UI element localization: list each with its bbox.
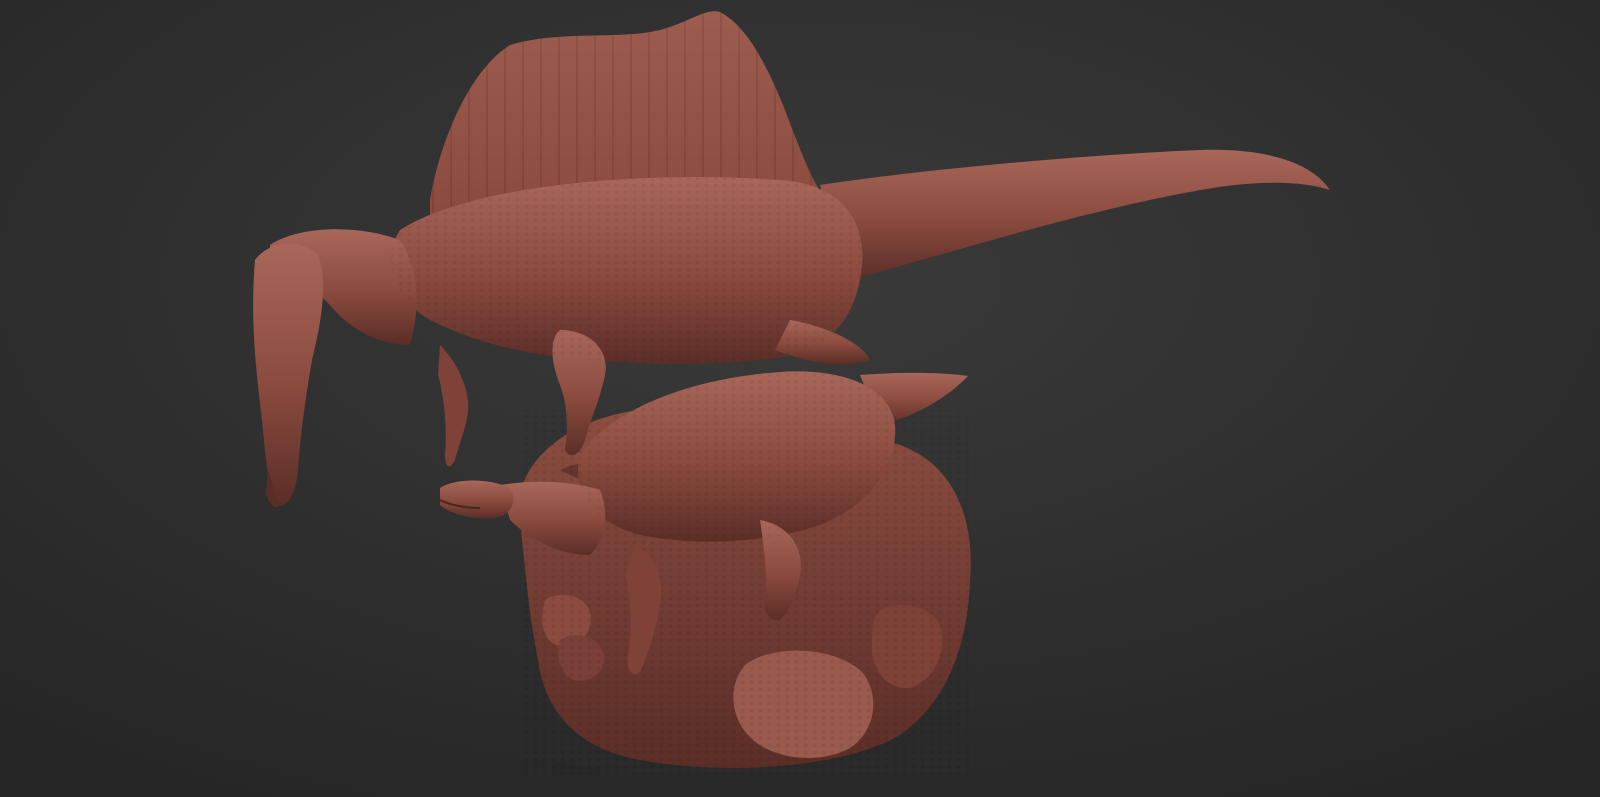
sculpt-viewport[interactable]: [0, 0, 1600, 797]
render-canvas: [0, 0, 1600, 797]
